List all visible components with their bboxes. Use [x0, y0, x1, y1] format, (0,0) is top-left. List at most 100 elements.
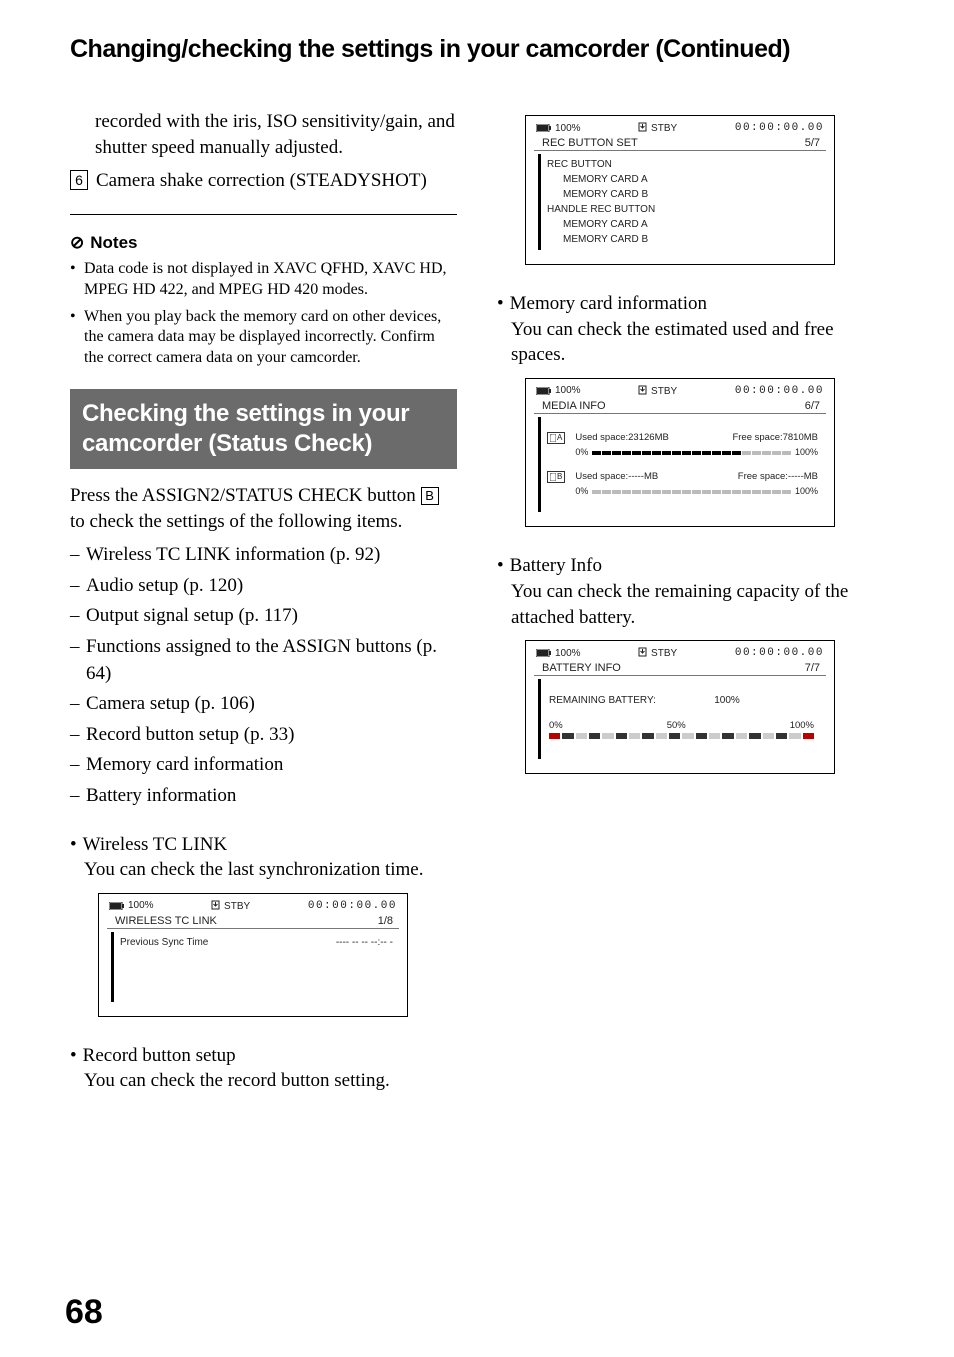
left-column: recorded with the iris, ISO sensitivity/…	[70, 109, 457, 1094]
lcd-timecode: 00:00:00.00	[735, 122, 824, 134]
card-icon	[211, 900, 221, 910]
lcd-battery-status: 100%	[536, 385, 581, 397]
two-column-layout: recorded with the iris, ISO sensitivity/…	[70, 109, 884, 1094]
scale-100: 100%	[790, 720, 814, 731]
prev-sync-time-label: Previous Sync Time	[120, 935, 208, 950]
lcd-battery-pct: 100%	[555, 648, 581, 659]
slot-a-label: A	[557, 433, 562, 443]
media-slot-a: A Used space:23126MB Free space:7810MB 0…	[547, 431, 818, 460]
sd-icon	[550, 473, 556, 481]
bullet: •	[70, 1043, 77, 1069]
memory-card-a: MEMORY CARD A	[547, 172, 820, 187]
memory-card-a: MEMORY CARD A	[547, 217, 820, 232]
card-icon	[638, 385, 648, 395]
lcd-battery-pct: 100%	[555, 385, 581, 396]
record-button-setup-title: Record button setup	[83, 1043, 236, 1069]
battery-info-block: •Battery Info You can check the remainin…	[497, 553, 884, 630]
lcd-page-indicator: 1/8	[378, 915, 393, 927]
card-icon	[638, 647, 648, 657]
lcd-stby-label: STBY	[224, 901, 250, 912]
list-item: Battery information	[70, 783, 457, 810]
memory-card-b: MEMORY CARD B	[547, 187, 820, 202]
list-item: Output signal setup (p. 117)	[70, 603, 457, 630]
battery-icon	[109, 902, 125, 910]
button-b-box: B	[421, 487, 439, 505]
list-item: Camera setup (p. 106)	[70, 691, 457, 718]
record-button-setup-desc: You can check the record button setting.	[84, 1068, 457, 1094]
lcd-rec-flag: STBY	[638, 385, 677, 397]
lcd-screen-title: REC BUTTON SET	[542, 137, 638, 149]
usage-bar-b	[592, 490, 791, 494]
list-item: Memory card information	[70, 752, 457, 779]
record-button-setup-block: •Record button setup You can check the r…	[70, 1043, 457, 1094]
memory-card-b: MEMORY CARD B	[547, 232, 820, 247]
remaining-battery-label: REMAINING BATTERY:	[549, 695, 656, 706]
notes-list: Data code is not displayed in XAVC QFHD,…	[70, 259, 457, 369]
lcd-page-indicator: 7/7	[805, 662, 820, 674]
scale-50: 50%	[667, 720, 686, 731]
lcd-stby-label: STBY	[651, 123, 677, 134]
notes-heading: ⊘ Notes	[70, 233, 457, 253]
slot-b-used: Used space:-----MB	[575, 470, 658, 484]
handle-rec-button-row: HANDLE REC BUTTON	[547, 202, 820, 217]
status-check-list: Wireless TC LINK information (p. 92) Aud…	[70, 542, 457, 809]
pct-100: 100%	[795, 485, 818, 499]
battery-icon	[536, 649, 552, 657]
page-title: Changing/checking the settings in your c…	[70, 35, 884, 64]
lcd-wireless-tc-link: 100% STBY 00:00:00.00 WIRELESS TC LINK 1…	[98, 893, 408, 1017]
lcd-body: REC BUTTON MEMORY CARD A MEMORY CARD B H…	[538, 154, 824, 250]
lcd-rec-button-set: 100% STBY 00:00:00.00 REC BUTTON SET 5/7…	[525, 115, 835, 265]
scale-0: 0%	[549, 720, 563, 731]
note-item: Data code is not displayed in XAVC QFHD,…	[70, 259, 457, 301]
bullet: •	[497, 553, 504, 579]
pct-0: 0%	[575, 485, 588, 499]
memory-card-info-title: Memory card information	[510, 291, 707, 317]
battery-icon	[536, 124, 552, 132]
list-item: Audio setup (p. 120)	[70, 573, 457, 600]
usage-bar-a	[592, 451, 791, 455]
lcd-battery-info: 100% STBY 00:00:00.00 BATTERY INFO 7/7 R…	[525, 640, 835, 774]
right-column: 100% STBY 00:00:00.00 REC BUTTON SET 5/7…	[497, 109, 884, 1094]
list-item: Wireless TC LINK information (p. 92)	[70, 542, 457, 569]
lcd-stby-label: STBY	[651, 386, 677, 397]
lcd-body: Previous Sync Time ---- -- -- --:-- -	[111, 932, 397, 1002]
media-slot-b: B Used space:-----MB Free space:-----MB …	[547, 470, 818, 499]
carryover-paragraph: recorded with the iris, ISO sensitivity/…	[70, 109, 457, 160]
pct-100: 100%	[795, 446, 818, 460]
pct-0: 0%	[575, 446, 588, 460]
item-6-number-box: 6	[70, 170, 88, 190]
list-item: Functions assigned to the ASSIGN buttons…	[70, 634, 457, 687]
list-item: Record button setup (p. 33)	[70, 722, 457, 749]
intro-text-b: to check the settings of the following i…	[70, 511, 402, 532]
slot-b-label: B	[557, 472, 562, 482]
bullet: •	[70, 832, 77, 858]
lcd-rec-flag: STBY	[638, 647, 677, 659]
lcd-battery-status: 100%	[536, 122, 581, 134]
lcd-rec-flag: STBY	[211, 900, 250, 912]
lcd-page-indicator: 6/7	[805, 400, 820, 412]
rec-button-row: REC BUTTON	[547, 157, 820, 172]
lcd-body: REMAINING BATTERY: 100% 0% 50% 100%	[538, 679, 824, 759]
wireless-tc-link-desc: You can check the last synchronization t…	[84, 857, 457, 883]
notes-icon: ⊘	[70, 233, 84, 253]
wireless-tc-link-title: Wireless TC LINK	[83, 832, 228, 858]
divider	[70, 214, 457, 215]
sd-icon	[550, 434, 556, 442]
slot-a-free: Free space:7810MB	[732, 431, 818, 445]
battery-icon	[536, 387, 552, 395]
lcd-timecode: 00:00:00.00	[308, 900, 397, 912]
memory-card-info-block: •Memory card information You can check t…	[497, 291, 884, 368]
lcd-screen-title: WIRELESS TC LINK	[115, 915, 217, 927]
lcd-timecode: 00:00:00.00	[735, 385, 824, 397]
memory-card-info-desc: You can check the estimated used and fre…	[511, 317, 884, 368]
note-item: When you play back the memory card on ot…	[70, 307, 457, 369]
lcd-body: A Used space:23126MB Free space:7810MB 0…	[538, 417, 824, 513]
status-check-intro: Press the ASSIGN2/STATUS CHECK button B …	[70, 483, 457, 534]
slot-b-icon: B	[547, 471, 565, 483]
battery-info-desc: You can check the remaining capacity of …	[511, 579, 884, 630]
intro-text-a: Press the ASSIGN2/STATUS CHECK button	[70, 485, 421, 506]
section-heading-status-check: Checking the settings in your camcorder …	[70, 389, 457, 469]
bullet: •	[497, 291, 504, 317]
page-number: 68	[65, 1293, 103, 1332]
slot-a-used: Used space:23126MB	[575, 431, 668, 445]
